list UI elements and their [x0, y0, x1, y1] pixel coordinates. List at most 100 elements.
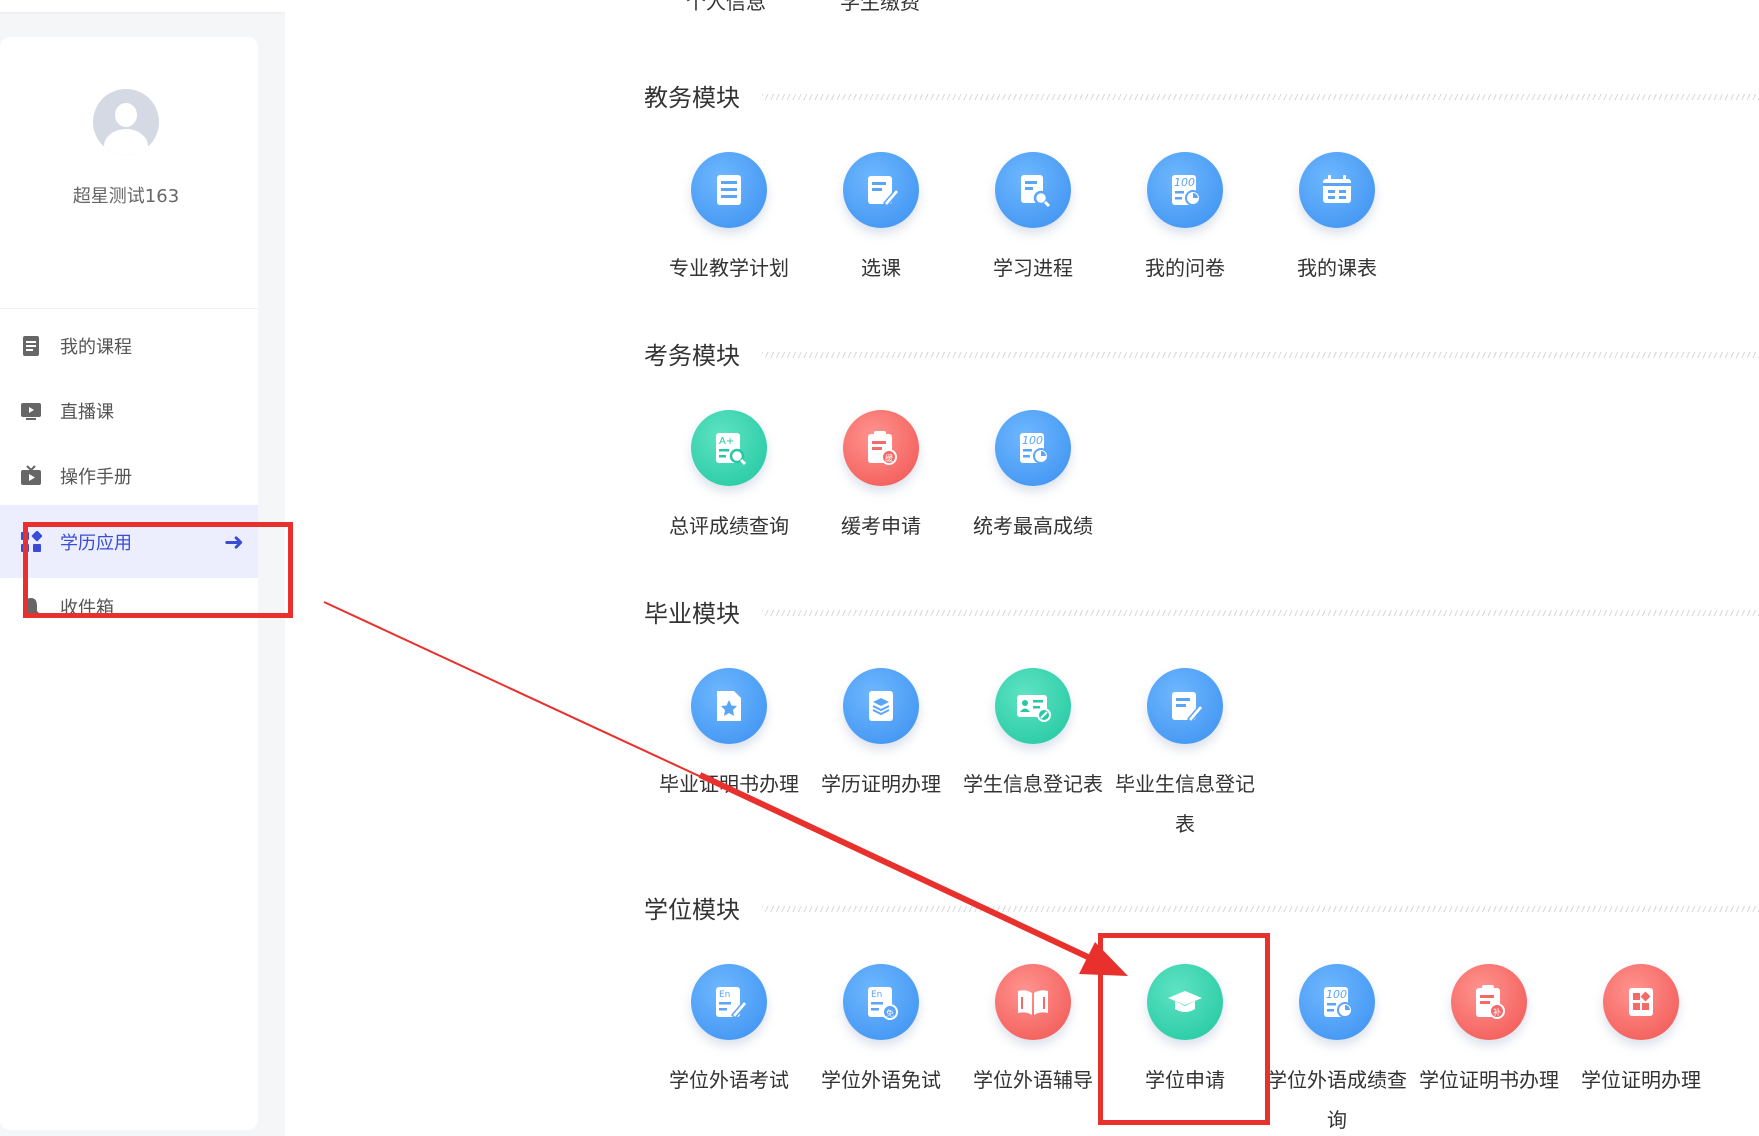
list-doc-icon [717, 175, 741, 205]
score-100-icon: 100 [1324, 987, 1353, 1018]
app-graduation-certificate[interactable]: 毕业证明书办理 [653, 668, 805, 804]
avatar[interactable] [93, 89, 159, 155]
app-my-timetable[interactable]: 我的课表 [1261, 152, 1413, 288]
search-doc-icon [1021, 175, 1051, 208]
score-100-icon: 100 [1172, 175, 1201, 206]
app-icon-circle [995, 668, 1071, 744]
calendar-icon [1323, 175, 1351, 203]
app-icon-circle: 100 [1299, 964, 1375, 1040]
certificate-star-icon [717, 691, 741, 721]
sidebar-item-manual[interactable]: 操作手册 [0, 439, 258, 512]
app-icon-circle [995, 964, 1071, 1040]
sidebar-item-my-courses[interactable]: 我的课程 [0, 309, 258, 382]
svg-text:A+: A+ [719, 436, 734, 447]
app-icon-circle [691, 152, 767, 228]
en-edit-icon: En [716, 987, 749, 1020]
app-label-partial[interactable]: 学生缴费 [840, 0, 920, 15]
sidebar-item-label: 操作手册 [60, 466, 132, 488]
svg-text:En: En [871, 990, 882, 1000]
app-icon-circle: 100 [995, 410, 1071, 486]
app-label: 学生信息登记表 [963, 772, 1103, 796]
section-divider [762, 94, 1759, 100]
course-icon [23, 335, 39, 356]
app-label: 学位外语免试 [821, 1068, 941, 1092]
svg-text:免: 免 [886, 1008, 894, 1018]
app-label: 学位外语辅导 [973, 1068, 1093, 1092]
id-card-icon [1017, 695, 1051, 722]
app-label: 学位外语成绩查询 [1267, 1068, 1407, 1132]
app-icon-circle: En 免 [843, 964, 919, 1040]
app-deferred-exam-application[interactable]: 缓 缓考申请 [805, 410, 957, 546]
section-divider [762, 610, 1759, 616]
app-icon-circle [1147, 668, 1223, 744]
grade-search-icon: A+ [716, 433, 747, 466]
avatar-head-shape [115, 103, 137, 127]
section-divider [762, 352, 1759, 358]
partial-app-row: 个人信息 学生缴费 [0, 0, 1759, 26]
svg-text:补: 补 [1493, 1007, 1501, 1017]
app-major-plan[interactable]: 专业教学计划 [653, 152, 805, 288]
app-icon-circle [691, 668, 767, 744]
app-icon-circle: A+ [691, 410, 767, 486]
app-degree-foreign-language-score-query[interactable]: 100 学位外语成绩查询 [1261, 964, 1413, 1136]
score-100-icon: 100 [1020, 433, 1049, 464]
app-highest-unified-exam-score[interactable]: 100 统考最高成绩 [957, 410, 1109, 546]
app-overall-grade-query[interactable]: A+ 总评成绩查询 [653, 410, 805, 546]
app-student-info-form[interactable]: 学生信息登记表 [957, 668, 1109, 804]
app-my-survey[interactable]: 100 我的问卷 [1109, 152, 1261, 288]
section-title: 考务模块 [644, 342, 740, 370]
edit-doc-icon [1172, 692, 1205, 724]
section-title: 毕业模块 [644, 600, 740, 628]
annotation-box-degree-application [1098, 933, 1270, 1125]
app-label: 选课 [861, 256, 901, 280]
app-label: 总评成绩查询 [669, 514, 789, 538]
app-icon-circle [1603, 964, 1679, 1040]
app-icon-circle: 补 [1451, 964, 1527, 1040]
deferred-exam-icon: 缓 [868, 431, 897, 465]
app-label-partial[interactable]: 个人信息 [686, 0, 766, 15]
app-study-progress[interactable]: 学习进程 [957, 152, 1109, 288]
annotation-box-sidebar [23, 522, 293, 618]
avatar-body-shape [104, 129, 148, 155]
profile-card: 超星测试163 [0, 37, 258, 309]
sidebar-item-label: 我的课程 [60, 336, 132, 358]
app-icon-circle: En [691, 964, 767, 1040]
section-title: 学位模块 [644, 896, 740, 924]
app-graduate-info-form[interactable]: 毕业生信息登记表 [1109, 668, 1261, 844]
app-label: 专业教学计划 [669, 256, 789, 280]
app-label: 我的问卷 [1145, 256, 1225, 280]
sidebar-item-label: 直播课 [60, 401, 114, 423]
app-degree-proof[interactable]: 学位证明办理 [1565, 964, 1717, 1100]
app-course-selection[interactable]: 选课 [805, 152, 957, 288]
app-icon-circle [843, 668, 919, 744]
app-label: 学位外语考试 [669, 1068, 789, 1092]
live-icon [21, 402, 41, 420]
svg-text:100: 100 [1022, 434, 1043, 447]
grid-doc-icon [1629, 988, 1653, 1016]
edit-doc-icon [868, 176, 901, 208]
sidebar-item-live[interactable]: 直播课 [0, 374, 258, 447]
app-icon-circle [1299, 152, 1375, 228]
app-label: 学位证明书办理 [1419, 1068, 1559, 1092]
en-exempt-icon: En 免 [868, 987, 898, 1020]
app-education-certificate[interactable]: 学历证明办理 [805, 668, 957, 804]
app-label: 毕业证明书办理 [659, 772, 799, 796]
svg-text:100: 100 [1174, 176, 1195, 189]
app-icon-circle: 缓 [843, 410, 919, 486]
app-label: 我的课表 [1297, 256, 1377, 280]
manual-icon [21, 464, 41, 485]
app-degree-foreign-language-tutoring[interactable]: 学位外语辅导 [957, 964, 1109, 1100]
app-label: 学位证明办理 [1581, 1068, 1701, 1092]
svg-text:En: En [719, 990, 730, 1000]
book-open-icon [1018, 990, 1048, 1015]
app-degree-certificate[interactable]: 补 学位证明书办理 [1413, 964, 1565, 1100]
app-icon-circle [995, 152, 1071, 228]
app-degree-foreign-language-exam[interactable]: En 学位外语考试 [653, 964, 805, 1100]
svg-text:100: 100 [1326, 988, 1347, 1001]
section-divider [762, 906, 1759, 912]
app-icon-circle [843, 152, 919, 228]
app-degree-foreign-language-exemption[interactable]: En 免 学位外语免试 [805, 964, 957, 1100]
layers-book-icon [869, 691, 893, 721]
section-title: 教务模块 [644, 84, 740, 112]
svg-text:缓: 缓 [885, 453, 893, 463]
